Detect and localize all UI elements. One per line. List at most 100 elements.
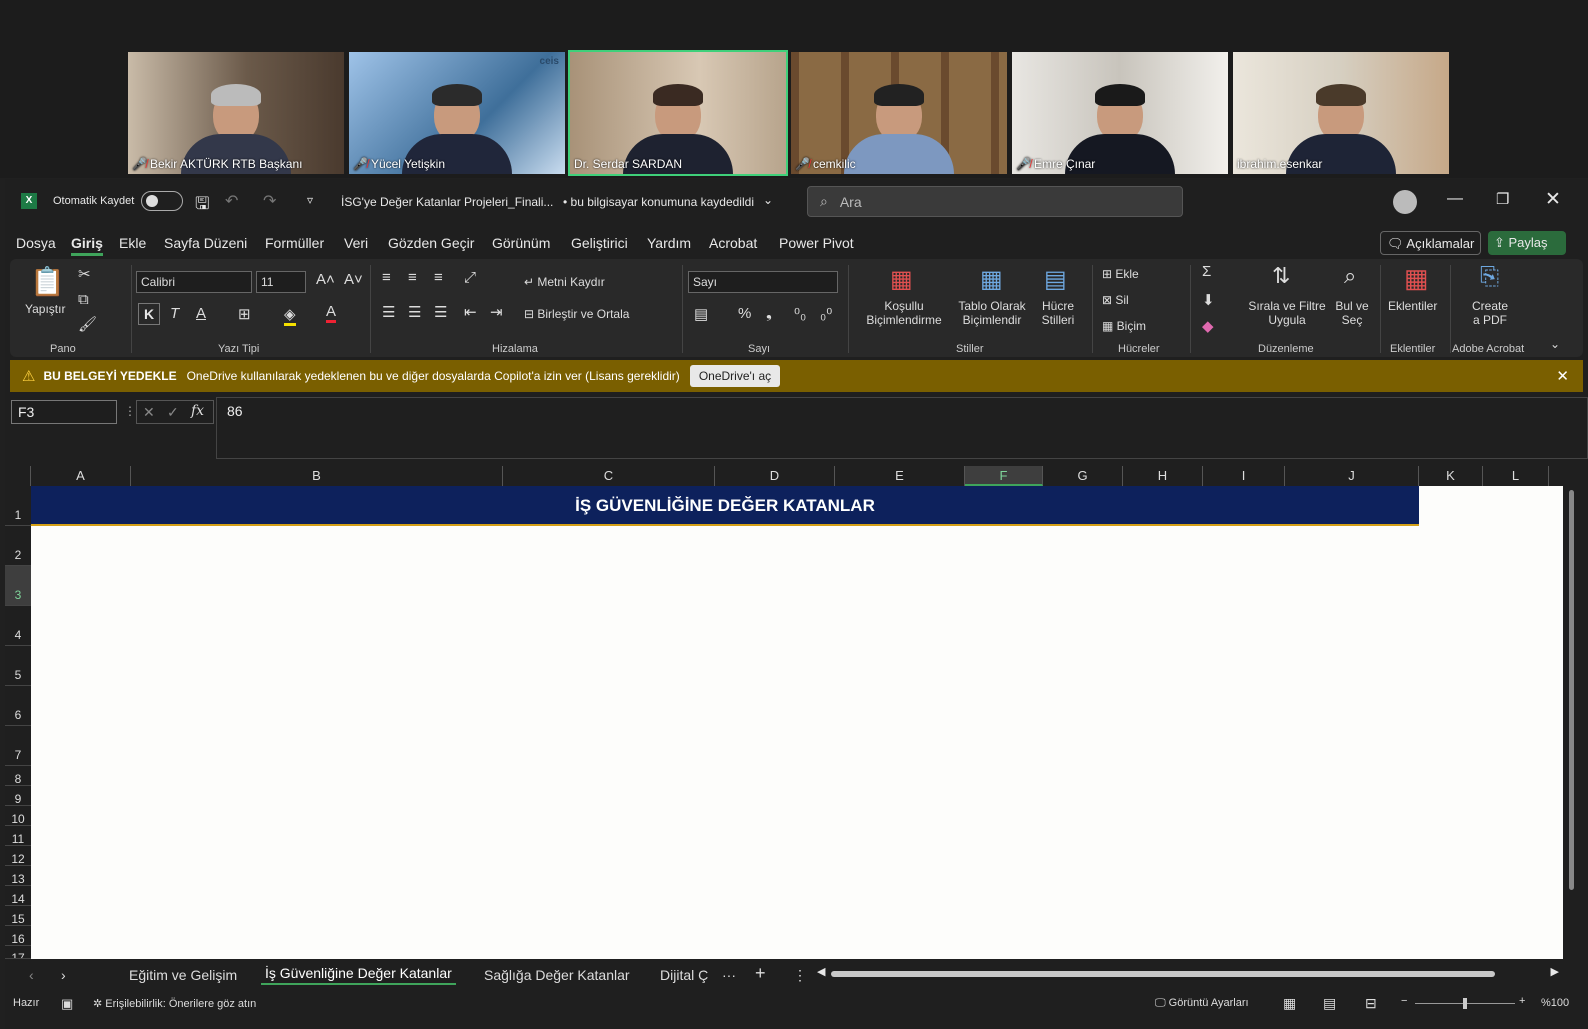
row-header[interactable]: 17 <box>5 946 31 959</box>
copy-icon[interactable]: ⧉ <box>78 291 89 308</box>
accounting-format-icon[interactable]: ▤ <box>694 305 708 323</box>
row-header[interactable]: 8 <box>5 766 31 786</box>
sheet-tab[interactable]: Dijital Ç <box>660 967 708 983</box>
increase-indent-icon[interactable]: ⇥ <box>490 303 503 321</box>
zoom-out-icon[interactable]: − <box>1401 995 1407 1007</box>
insert-function-icon[interactable]: fx <box>191 403 204 419</box>
column-header[interactable]: I <box>1203 466 1285 486</box>
tab-yardim[interactable]: Yardım <box>647 235 691 251</box>
enter-icon[interactable]: ✓ <box>167 404 179 421</box>
dismiss-notification-icon[interactable]: ✕ <box>1556 367 1569 385</box>
more-sheets-icon[interactable]: ··· <box>722 967 736 983</box>
row-header[interactable]: 6 <box>5 686 31 726</box>
tab-ekle[interactable]: Ekle <box>119 235 146 251</box>
font-size-select[interactable]: 11 <box>256 271 306 293</box>
file-title[interactable]: İSG'ye Değer Katanlar Projeleri_Finali..… <box>341 195 553 209</box>
row-header-selected[interactable]: 3 <box>5 566 31 606</box>
horizontal-scrollbar[interactable]: ◀ ▶ <box>817 965 1559 981</box>
column-header[interactable]: K <box>1419 466 1483 486</box>
row-header[interactable]: 5 <box>5 646 31 686</box>
next-sheet-icon[interactable]: › <box>61 967 66 983</box>
zoom-in-icon[interactable]: + <box>1519 995 1525 1007</box>
autosave-toggle[interactable] <box>141 191 183 211</box>
restore-icon[interactable]: ❐ <box>1496 190 1509 208</box>
participant-tile[interactable]: 🎤̸ Bekir AKTÜRK RTB Başkanı <box>126 50 346 176</box>
normal-view-icon[interactable]: ▦ <box>1283 995 1296 1012</box>
chevron-down-icon[interactable]: ⌄ <box>763 193 773 207</box>
tab-formuller[interactable]: Formüller <box>265 235 324 251</box>
conditional-format-icon[interactable]: ▦ <box>890 265 913 294</box>
orientation-icon[interactable]: ⤢ <box>464 269 476 286</box>
more-options-icon[interactable]: ⋮ <box>124 404 136 418</box>
row-header[interactable]: 15 <box>5 906 31 926</box>
row-header[interactable]: 4 <box>5 606 31 646</box>
fill-color-icon[interactable]: ◈ <box>284 305 296 326</box>
addins-button[interactable]: Eklentiler <box>1388 299 1437 313</box>
tab-dosya[interactable]: Dosya <box>16 235 56 251</box>
vertical-scroll-thumb[interactable] <box>1569 490 1574 890</box>
bold-button[interactable]: K <box>138 303 160 325</box>
font-color-icon[interactable]: A <box>326 303 337 323</box>
view-settings-button[interactable]: 🖵 Görüntü Ayarları <box>1155 997 1249 1010</box>
tab-sayfa-duzeni[interactable]: Sayfa Düzeni <box>164 235 247 251</box>
save-status[interactable]: • bu bilgisayar konumuna kaydedildi <box>563 195 754 209</box>
tab-giris[interactable]: Giriş <box>71 235 103 256</box>
accessibility-status[interactable]: ✲ Erişilebilirlik: Önerilere göz atın <box>93 997 256 1010</box>
column-header[interactable]: E <box>835 466 965 486</box>
participant-tile[interactable]: 🎤̸ cemkilic <box>789 50 1009 176</box>
format-painter-icon[interactable]: 🖌 <box>78 315 97 333</box>
decrease-indent-icon[interactable]: ⇤ <box>464 303 477 321</box>
cell-area[interactable]: İŞ GÜVENLİĞİNE DEĞER KATANLAR <box>31 486 1563 959</box>
formula-input[interactable]: 86 <box>216 397 1588 459</box>
sheet-tab-active[interactable]: İş Güvenliğine Değer Katanlar <box>261 965 456 985</box>
percent-icon[interactable]: % <box>738 305 751 322</box>
sheet-options-icon[interactable]: ⋮ <box>793 967 807 984</box>
sheet-tab[interactable]: Sağlığa Değer Katanlar <box>484 967 630 983</box>
column-header[interactable]: A <box>31 466 131 486</box>
account-avatar[interactable] <box>1393 190 1417 214</box>
clear-icon[interactable]: ◆ <box>1202 317 1214 335</box>
minimize-icon[interactable]: — <box>1447 190 1463 208</box>
share-button[interactable]: ⇪ Paylaş <box>1488 231 1566 255</box>
italic-button[interactable]: T <box>170 305 179 322</box>
cell-styles-icon[interactable]: ▤ <box>1044 265 1067 294</box>
row-header[interactable]: 2 <box>5 526 31 566</box>
merge-center-button[interactable]: ⊟ Birleştir ve Ortala <box>524 307 629 321</box>
format-as-table-icon[interactable]: ▦ <box>980 265 1003 294</box>
row-header[interactable]: 14 <box>5 886 31 906</box>
participant-tile[interactable]: ibrahim.esenkar <box>1231 50 1451 176</box>
sheet-title-cell[interactable]: İŞ GÜVENLİĞİNE DEĞER KATANLAR <box>31 486 1419 526</box>
align-left-icon[interactable]: ☰ <box>382 303 395 321</box>
scroll-right-icon[interactable]: ▶ <box>1551 965 1559 978</box>
page-break-icon[interactable]: ⊟ <box>1365 995 1377 1012</box>
search-input[interactable]: ⌕ Ara <box>807 186 1183 217</box>
decrease-font-icon[interactable]: A˅ <box>344 271 363 288</box>
cut-icon[interactable]: ✂ <box>78 265 91 283</box>
add-sheet-button[interactable]: + <box>755 963 766 984</box>
create-pdf-icon[interactable]: ⎘ <box>1480 263 1499 291</box>
row-header[interactable]: 7 <box>5 726 31 766</box>
select-all-corner[interactable] <box>5 466 31 486</box>
row-header[interactable]: 16 <box>5 926 31 946</box>
addins-icon[interactable]: ▦ <box>1404 263 1429 294</box>
format-cells-button[interactable]: ▦ Biçim <box>1102 319 1146 333</box>
column-header[interactable]: B <box>131 466 503 486</box>
tab-acrobat[interactable]: Acrobat <box>709 235 757 251</box>
delete-cells-button[interactable]: ⊠ Sil <box>1102 293 1129 307</box>
page-layout-icon[interactable]: ▤ <box>1323 995 1336 1012</box>
open-onedrive-button[interactable]: OneDrive'ı aç <box>689 365 781 387</box>
tab-gelistirici[interactable]: Geliştirici <box>571 235 628 251</box>
font-name-select[interactable]: Calibri <box>136 271 252 293</box>
borders-icon[interactable]: ⊞ <box>238 305 251 323</box>
align-right-icon[interactable]: ☰ <box>434 303 447 321</box>
column-header[interactable]: C <box>503 466 715 486</box>
conditional-format-button[interactable]: Koşullu Biçimlendirme <box>856 299 952 327</box>
tab-veri[interactable]: Veri <box>344 235 368 251</box>
row-header[interactable]: 10 <box>5 806 31 826</box>
undo-icon[interactable]: ↶ <box>225 191 238 211</box>
zoom-level[interactable]: %100 <box>1541 997 1569 1009</box>
create-pdf-button[interactable]: Create a PDF <box>1462 299 1518 327</box>
align-middle-icon[interactable]: ≡ <box>408 269 417 286</box>
column-header[interactable]: J <box>1285 466 1419 486</box>
fill-icon[interactable]: ⬇ <box>1202 291 1215 309</box>
